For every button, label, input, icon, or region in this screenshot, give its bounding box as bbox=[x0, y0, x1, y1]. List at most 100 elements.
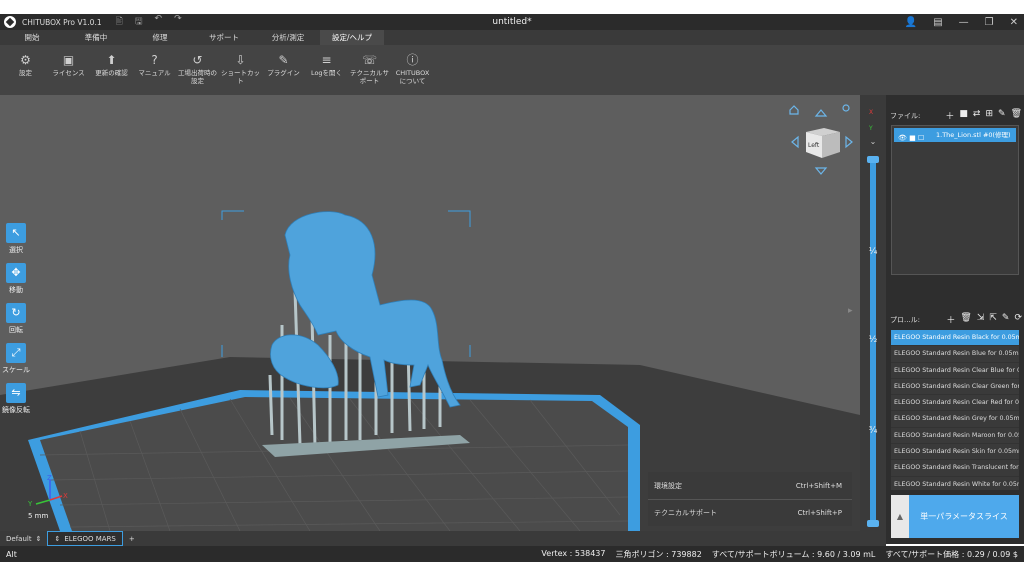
tool-0[interactable]: ↖ 選択 bbox=[1, 223, 31, 255]
tool-1[interactable]: ✥ 移動 bbox=[1, 263, 31, 295]
cube-face-label: Left bbox=[808, 142, 820, 149]
visibility-eye-icon[interactable]: 👁 ■ ☐ bbox=[898, 131, 924, 145]
arrow-left-icon[interactable] bbox=[791, 135, 799, 149]
mirror-icon[interactable]: ⇋ bbox=[6, 383, 26, 403]
collapse-chevron-icon[interactable]: ⌄ bbox=[860, 137, 886, 146]
profile-item[interactable]: ELEGOO Standard Resin Clear Red for 0.05… bbox=[891, 395, 1019, 412]
3d-viewport[interactable] bbox=[0, 95, 860, 531]
redo-icon[interactable]: ↷ bbox=[174, 14, 182, 30]
tab-dropdown-icon[interactable]: ⇕ bbox=[36, 535, 42, 543]
printer-tab-label: Default bbox=[6, 534, 32, 543]
rotate-icon[interactable]: ↻ bbox=[6, 303, 26, 323]
ribbon-button-7[interactable]: ≡ Logを開く bbox=[305, 45, 348, 95]
ribbon-button-2[interactable]: ⬆ 更新の確認 bbox=[90, 45, 133, 95]
profile-item[interactable]: ELEGOO Standard Resin Black for 0.05mm bbox=[891, 330, 1019, 347]
select-icon[interactable]: ↖ bbox=[6, 223, 26, 243]
context-menu-item[interactable]: 環境設定 Ctrl+Shift+M bbox=[648, 472, 852, 499]
slider-x-label: X bbox=[869, 109, 874, 116]
import-icon[interactable]: ⊞ bbox=[985, 109, 993, 122]
export-profile-icon[interactable]: ⇱ bbox=[989, 313, 997, 326]
user-icon[interactable]: 👤 bbox=[905, 17, 917, 28]
file-name: 1.The_Lion.stl #0(修理) bbox=[936, 131, 1011, 139]
ribbon-label: 工場出荷時の 設定 bbox=[178, 69, 217, 85]
undo-icon[interactable]: ↶ bbox=[155, 14, 163, 30]
tab-2[interactable]: 修理 bbox=[128, 30, 192, 45]
arrow-right-icon[interactable] bbox=[845, 135, 853, 149]
slice-options-button[interactable]: ▲ bbox=[891, 495, 909, 538]
tool-3[interactable]: ⤢ スケール bbox=[1, 343, 31, 375]
ribbon-button-3[interactable]: ? マニュアル bbox=[133, 45, 176, 95]
profile-item[interactable]: ELEGOO Standard Resin Clear Green for 0.… bbox=[891, 379, 1019, 396]
profile-item[interactable]: ELEGOO Standard Resin Blue for 0.05mm bbox=[891, 346, 1019, 363]
scale-label: 5 mm bbox=[28, 512, 49, 520]
save-as-icon[interactable]: 🖹 bbox=[116, 14, 123, 30]
eye-view-icon[interactable] bbox=[842, 104, 850, 112]
ribbon-button-4[interactable]: ↺ 工場出荷時の 設定 bbox=[176, 45, 219, 95]
panel-toggle-icon[interactable]: ▸ bbox=[848, 306, 858, 320]
ribbon-button-0[interactable]: ⚙ 設定 bbox=[4, 45, 47, 95]
ribbon-button-1[interactable]: ▣ ライセンス bbox=[47, 45, 90, 95]
ribbon-button-9[interactable]: ⓘ CHITUBOX について bbox=[391, 45, 434, 95]
ribbon-label: マニュアル bbox=[138, 69, 171, 77]
ribbon-button-5[interactable]: ⇩ ショートカッ ト bbox=[219, 45, 262, 95]
edit-profile-icon[interactable]: ✎ bbox=[1002, 313, 1010, 326]
restore-button[interactable]: ❐ bbox=[985, 17, 994, 28]
menu-item-label: 環境設定 bbox=[654, 481, 682, 490]
select-all-icon[interactable]: ■ bbox=[959, 109, 968, 122]
ribbon-label: テクニカルサ ポート bbox=[350, 69, 389, 85]
ribbon-label: Logを開く bbox=[310, 69, 343, 77]
delete-profile-icon[interactable]: 🗑 bbox=[960, 313, 971, 326]
tab-3[interactable]: サポート bbox=[192, 30, 256, 45]
add-file-icon[interactable]: ＋ bbox=[945, 109, 954, 122]
refresh-profile-icon[interactable]: ⟳ bbox=[1014, 313, 1022, 326]
profile-item[interactable]: ELEGOO Standard Resin Maroon for 0.05mm bbox=[891, 428, 1019, 445]
tab-4[interactable]: 分析/測定 bbox=[256, 30, 320, 45]
support-icon: ☏ bbox=[361, 53, 377, 67]
arrow-down-icon[interactable] bbox=[814, 167, 828, 175]
vertex-count: Vertex : 538437 bbox=[541, 548, 606, 558]
menu-item-shortcut: Ctrl+Shift+P bbox=[797, 509, 842, 517]
slider-top-handle[interactable] bbox=[867, 156, 879, 163]
chitubox-logo-icon bbox=[4, 16, 16, 28]
profile-item[interactable]: ELEGOO Standard Resin Clear Blue for 0.0… bbox=[891, 363, 1019, 379]
view-cube[interactable]: Left bbox=[786, 100, 856, 176]
scale-icon[interactable]: ⤢ bbox=[6, 343, 26, 363]
slice-button[interactable]: 単一パラメータスライス bbox=[909, 495, 1019, 538]
move-icon[interactable]: ✥ bbox=[6, 263, 26, 283]
profile-item[interactable]: ELEGOO Standard Resin Grey for 0.05mm bbox=[891, 411, 1019, 428]
info-icon: ⓘ bbox=[406, 53, 419, 67]
cube-front-face[interactable] bbox=[822, 132, 840, 158]
slider-bottom-handle[interactable] bbox=[867, 520, 879, 527]
axis-gizmo: Z X Y bbox=[27, 474, 68, 508]
arrow-up-icon[interactable] bbox=[814, 109, 828, 117]
profile-item[interactable]: ELEGOO Standard Resin Translucent for 0.… bbox=[891, 460, 1019, 477]
ribbon-button-6[interactable]: ✎ プラグイン bbox=[262, 45, 305, 95]
minimize-button[interactable]: — bbox=[959, 17, 969, 28]
tool-4[interactable]: ⇋ 鏡像反転 bbox=[1, 383, 31, 415]
file-row[interactable]: 👁 ■ ☐ 1.The_Lion.stl #0(修理) bbox=[894, 128, 1016, 142]
printer-tab[interactable]: ⇕ ELEGOO MARS bbox=[47, 531, 123, 546]
edit-icon[interactable]: ✎ bbox=[998, 109, 1006, 122]
import-profile-icon[interactable]: ⇲ bbox=[977, 313, 985, 326]
printer-tab[interactable]: Default ⇕ bbox=[0, 531, 47, 546]
save-icon[interactable]: 🖫 bbox=[135, 14, 143, 30]
ribbon-button-8[interactable]: ☏ テクニカルサ ポート bbox=[348, 45, 391, 95]
swap-icon[interactable]: ⇄ bbox=[973, 109, 981, 122]
fraction-half: ½ bbox=[868, 335, 878, 345]
close-button[interactable]: ✕ bbox=[1010, 17, 1018, 28]
layout-icon[interactable]: ▤ bbox=[933, 17, 942, 28]
ribbon-label: CHITUBOX について bbox=[395, 69, 430, 85]
add-tab-button[interactable]: + bbox=[123, 531, 141, 546]
scene-canvas bbox=[0, 210, 860, 531]
profile-item[interactable]: ELEGOO Standard Resin White for 0.05mm bbox=[891, 477, 1019, 490]
tab-5[interactable]: 設定/ヘルプ bbox=[320, 30, 384, 45]
context-menu-item[interactable]: テクニカルサポート Ctrl+Shift+P bbox=[648, 499, 852, 526]
home-view-icon[interactable] bbox=[789, 105, 799, 115]
tab-0[interactable]: 開始 bbox=[0, 30, 64, 45]
tab-1[interactable]: 準備中 bbox=[64, 30, 128, 45]
tool-2[interactable]: ↻ 回転 bbox=[1, 303, 31, 335]
tab-dropdown-icon[interactable]: ⇕ bbox=[54, 535, 60, 543]
profile-item[interactable]: ELEGOO Standard Resin Skin for 0.05mm bbox=[891, 444, 1019, 461]
delete-icon[interactable]: 🗑 bbox=[1011, 109, 1022, 122]
add-profile-icon[interactable]: ＋ bbox=[946, 313, 955, 326]
